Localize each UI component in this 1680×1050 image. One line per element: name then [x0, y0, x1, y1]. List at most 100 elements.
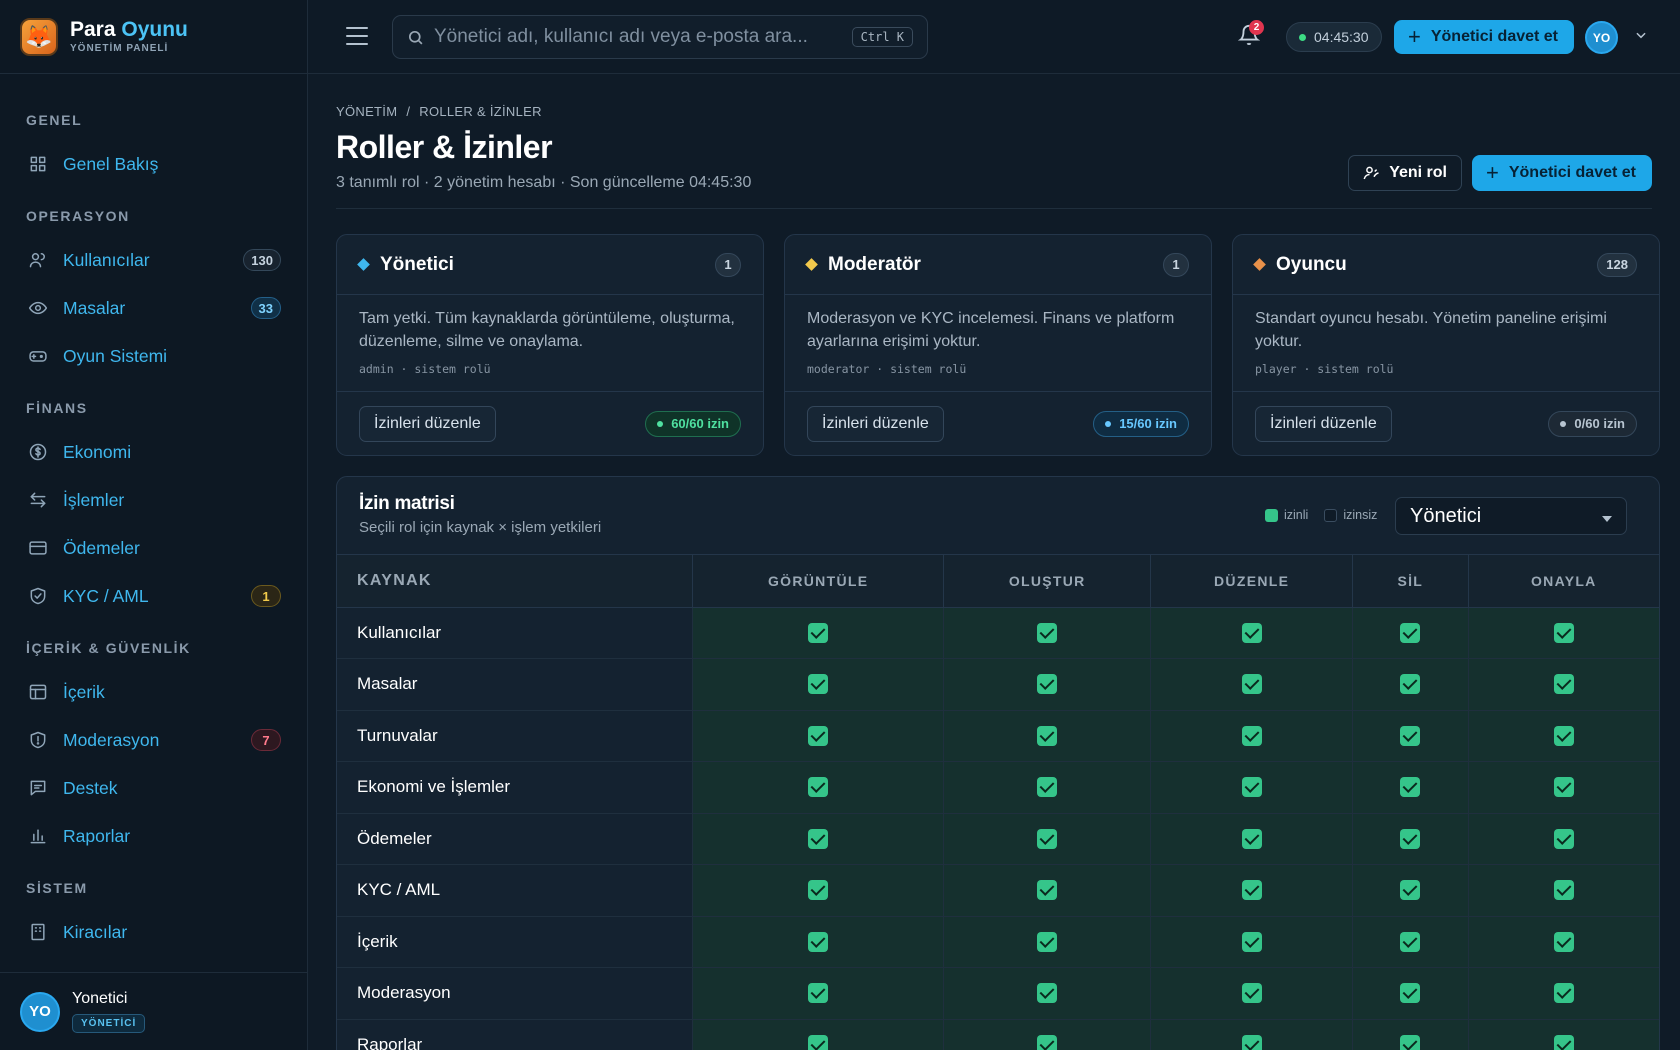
chevron-down-icon[interactable] [1634, 28, 1648, 45]
new-role-button[interactable]: Yeni rol [1348, 155, 1462, 191]
page-invite-admin-button[interactable]: + Yönetici davet et [1471, 155, 1652, 191]
notification-count: 2 [1249, 20, 1264, 35]
sidebar-item-kiracılar[interactable]: Kiracılar [0, 908, 307, 956]
checkbox-checked[interactable] [808, 674, 829, 695]
permission-cell [943, 1019, 1152, 1050]
checkbox-checked[interactable] [1400, 828, 1421, 849]
checkbox-checked[interactable] [808, 622, 829, 643]
message-icon [28, 778, 48, 798]
checkbox-checked[interactable] [1553, 725, 1574, 746]
notification-button[interactable]: 2 [1237, 20, 1264, 48]
permission-cell [1468, 761, 1659, 814]
checkbox-checked[interactable] [1553, 622, 1574, 643]
checkbox-checked[interactable] [1037, 828, 1058, 849]
table-row: Moderasyon [337, 967, 1659, 1020]
resource-name: KYC / AML [337, 864, 694, 917]
grid-icon [28, 154, 48, 174]
invite-admin-button[interactable]: + Yönetici davet et [1394, 20, 1575, 54]
sidebar-item-label: Moderasyon [63, 729, 160, 750]
checkbox-checked[interactable] [1400, 983, 1421, 1004]
checkbox-checked[interactable] [808, 777, 829, 798]
sidebar-item-i-şlemler[interactable]: İşlemler [0, 476, 307, 524]
sidebar-item-ekonomi[interactable]: Ekonomi [0, 428, 307, 476]
checkbox-checked[interactable] [1553, 880, 1574, 901]
checkbox-checked[interactable] [1553, 931, 1574, 952]
checkbox-checked[interactable] [1553, 828, 1574, 849]
sidebar-item-moderasyon[interactable]: Moderasyon 7 [0, 716, 307, 764]
header-avatar[interactable]: YO [1585, 21, 1618, 54]
checkbox-checked[interactable] [808, 1034, 829, 1050]
checkbox-checked[interactable] [1400, 931, 1421, 952]
permission-cell [1150, 658, 1354, 711]
checkbox-checked[interactable] [1037, 725, 1058, 746]
role-select[interactable]: Yönetici [1395, 497, 1627, 535]
checkbox-checked[interactable] [808, 880, 829, 901]
edit-permissions-button[interactable]: İzinleri düzenle [807, 405, 944, 442]
role-card[interactable]: Yönetici 1 Tam yetki. Tüm kaynaklarda gö… [336, 234, 764, 456]
checkbox-checked[interactable] [1241, 674, 1262, 695]
checkbox-checked[interactable] [1400, 674, 1421, 695]
checkbox-checked[interactable] [1037, 674, 1058, 695]
checkbox-checked[interactable] [1037, 880, 1058, 901]
role-meta: moderator · sistem rolü [807, 362, 967, 376]
breadcrumb-item[interactable]: YÖNETİM [336, 104, 397, 119]
permission-cell [692, 710, 945, 762]
checkbox-checked[interactable] [1037, 931, 1058, 952]
edit-permissions-button[interactable]: İzinleri düzenle [359, 405, 496, 442]
sidebar-item-destek[interactable]: Destek [0, 764, 307, 812]
checkbox-checked[interactable] [1400, 777, 1421, 798]
sidebar-user[interactable]: YO Yonetici YÖNETİCİ [0, 972, 307, 1050]
permission-cell [1468, 658, 1659, 711]
checkbox-checked[interactable] [1037, 1034, 1058, 1050]
checkbox-checked[interactable] [1400, 1034, 1421, 1050]
menu-icon[interactable] [346, 27, 368, 45]
sidebar-item-ödemeler[interactable]: Ödemeler [0, 524, 307, 572]
checkbox-checked[interactable] [1241, 931, 1262, 952]
permission-cell [1468, 916, 1659, 968]
sidebar-item-oyun-sistemi[interactable]: Oyun Sistemi [0, 332, 307, 380]
checkbox-checked[interactable] [1241, 725, 1262, 746]
search-input[interactable] [434, 26, 844, 48]
sidebar-item-kyc-aml[interactable]: KYC / AML 1 [0, 572, 307, 620]
checkbox-checked[interactable] [808, 725, 829, 746]
sidebar-item-raporlar[interactable]: Raporlar [0, 812, 307, 860]
checkbox-checked[interactable] [1037, 983, 1058, 1004]
edit-permissions-button[interactable]: İzinleri düzenle [1255, 405, 1392, 442]
role-member-count: 1 [715, 252, 741, 277]
checkbox-checked[interactable] [1241, 622, 1262, 643]
permission-cell [1468, 1019, 1659, 1050]
sidebar-item-label: Genel Bakış [63, 153, 159, 174]
role-card[interactable]: Oyuncu 128 Standart oyuncu hesabı. Yönet… [1232, 234, 1660, 456]
checkbox-checked[interactable] [1037, 622, 1058, 643]
checkbox-checked[interactable] [1553, 674, 1574, 695]
checkbox-checked[interactable] [1553, 1034, 1574, 1050]
permission-cell [1352, 761, 1469, 814]
sidebar-item-kullanıcılar[interactable]: Kullanıcılar 130 [0, 236, 307, 284]
checkbox-checked[interactable] [1241, 983, 1262, 1004]
sidebar-item-label: Kiracılar [63, 921, 128, 942]
checkbox-checked[interactable] [808, 983, 829, 1004]
sidebar-item-genel-bakış[interactable]: Genel Bakış [0, 140, 307, 188]
status-dot-icon [1299, 33, 1306, 41]
checkbox-checked[interactable] [1241, 777, 1262, 798]
checkbox-checked[interactable] [1553, 983, 1574, 1004]
avatar[interactable]: YO [20, 991, 60, 1032]
checkbox-checked[interactable] [1037, 777, 1058, 798]
sidebar-item-i-çerik[interactable]: İçerik [0, 668, 307, 716]
search-box[interactable]: Ctrl K [392, 15, 928, 59]
checkbox-checked[interactable] [1553, 777, 1574, 798]
checkbox-checked[interactable] [1400, 622, 1421, 643]
role-card[interactable]: Moderatör 1 Moderasyon ve KYC incelemesi… [784, 234, 1212, 456]
checkbox-checked[interactable] [1400, 725, 1421, 746]
permission-cell [943, 607, 1152, 659]
checkbox-checked[interactable] [1241, 880, 1262, 901]
checkbox-checked[interactable] [1241, 828, 1262, 849]
checkbox-checked[interactable] [1400, 880, 1421, 901]
permission-cell [1468, 967, 1659, 1020]
sidebar-item-masalar[interactable]: Masalar 33 [0, 284, 307, 332]
checkbox-checked[interactable] [1241, 1034, 1262, 1050]
checkbox-checked[interactable] [808, 828, 829, 849]
checkbox-checked[interactable] [808, 931, 829, 952]
permission-table: KAYNAK GÖRÜNTÜLE OLUŞTUR DÜZENLE SİL ONAYLA K… [337, 555, 1659, 1050]
brand[interactable]: 🦊 Para Oyunu YÖNETİM PANELİ [0, 0, 307, 74]
